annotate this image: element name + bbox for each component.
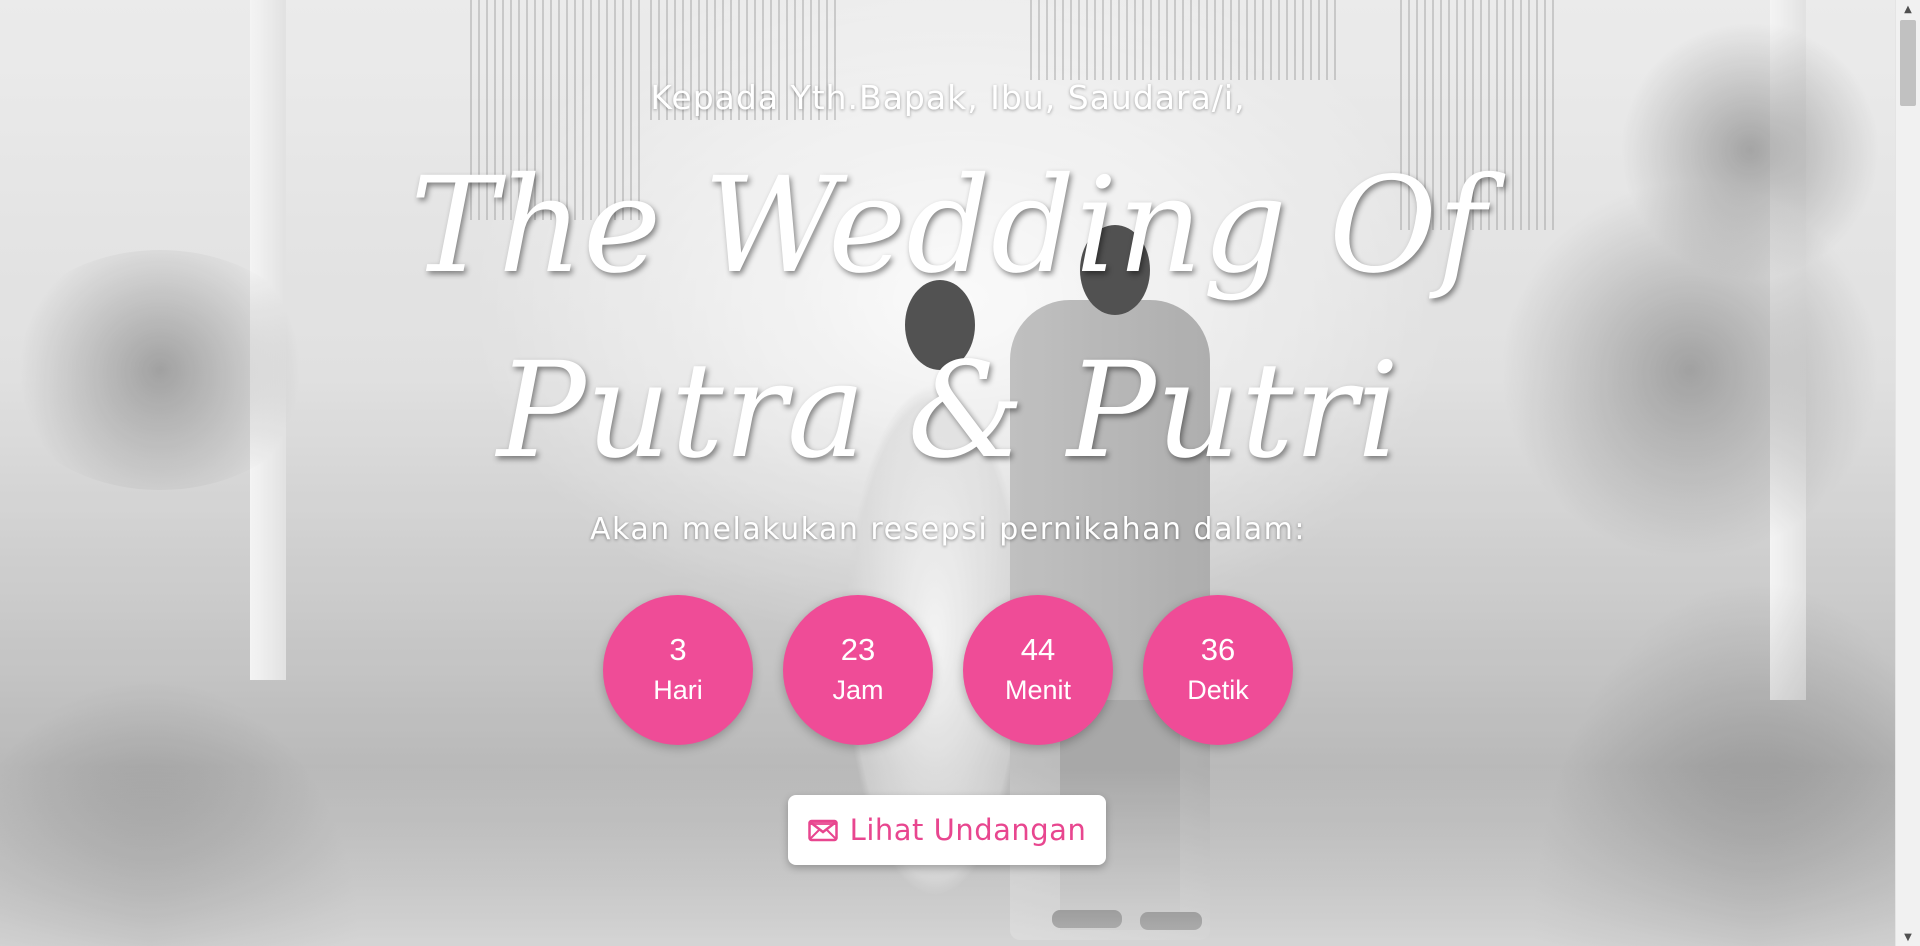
envelope-open-icon: [807, 818, 838, 842]
countdown-caption: Akan melakukan resepsi pernikahan dalam:: [589, 512, 1306, 547]
guest-greeting: Kepada Yth.Bapak, Ibu, Saudara/i,: [650, 78, 1246, 117]
hero-section: Kepada Yth.Bapak, Ibu, Saudara/i, The We…: [0, 0, 1896, 946]
couple-names: Putra & Putri: [496, 334, 1400, 488]
countdown-timer: 3 Hari 23 Jam 44 Menit 36 Detik: [0, 595, 1896, 745]
scroll-up-icon[interactable]: ▲: [1896, 0, 1920, 18]
view-invitation-label: Lihat Undangan: [849, 813, 1087, 847]
scrollbar-thumb[interactable]: [1900, 20, 1916, 106]
countdown-hours: 23 Jam: [783, 595, 933, 745]
page: Kepada Yth.Bapak, Ibu, Saudara/i, The We…: [0, 0, 1920, 946]
countdown-value: 3: [669, 631, 687, 667]
countdown-days: 3 Hari: [603, 595, 753, 745]
countdown-unit: Jam: [832, 674, 884, 705]
countdown-unit: Menit: [1004, 674, 1072, 705]
vertical-scrollbar[interactable]: ▲ ▼: [1895, 0, 1920, 946]
countdown-value: 23: [840, 631, 876, 667]
countdown-minutes: 44 Menit: [963, 595, 1113, 745]
wedding-title: The Wedding Of: [410, 149, 1486, 303]
countdown-value: 44: [1020, 631, 1056, 667]
view-invitation-button[interactable]: Lihat Undangan: [788, 795, 1106, 865]
countdown-unit: Hari: [653, 674, 703, 705]
scroll-down-icon[interactable]: ▼: [1896, 928, 1920, 946]
countdown-unit: Detik: [1187, 674, 1249, 705]
countdown-seconds: 36 Detik: [1143, 595, 1293, 745]
countdown-value: 36: [1200, 631, 1236, 667]
